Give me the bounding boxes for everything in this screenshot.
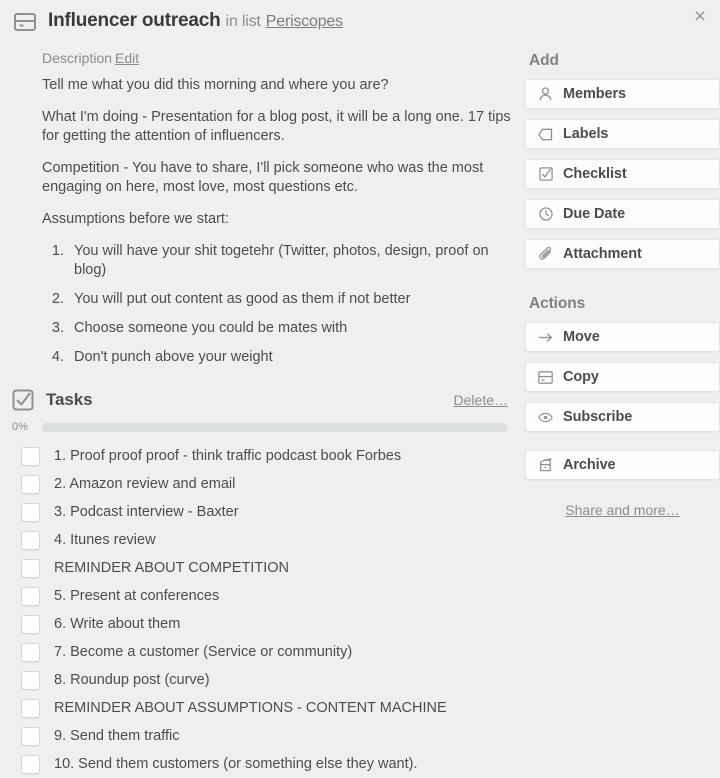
tasks-progress: 0%	[12, 421, 516, 433]
task-checkbox[interactable]	[21, 558, 40, 578]
assumptions-list: You will have your shit togetehr (Twitte…	[42, 242, 516, 367]
list-item: You will have your shit togetehr (Twitte…	[68, 242, 516, 280]
task-checkbox[interactable]	[21, 474, 40, 494]
task-row[interactable]: 9. Send them traffic	[12, 722, 516, 750]
add-due-date-button[interactable]: Due Date	[525, 199, 720, 229]
checkbox-icon	[12, 389, 34, 411]
description-paragraph: What I'm doing - Presentation for a blog…	[42, 109, 511, 144]
tasks-header: Tasks Delete…	[12, 389, 516, 411]
description-paragraph: Competition - You have to share, I'll pi…	[42, 160, 484, 195]
add-attachment-label: Attachment	[563, 246, 642, 262]
archive-label: Archive	[563, 457, 616, 473]
task-list: 1. Proof proof proof - think traffic pod…	[12, 442, 516, 778]
task-row[interactable]: 3. Podcast interview - Baxter	[12, 498, 516, 526]
subscribe-button[interactable]: Subscribe	[525, 402, 720, 432]
main-column: Description Edit Tell me what you did thi…	[0, 50, 516, 778]
add-members-button[interactable]: Members	[525, 79, 720, 109]
add-labels-button[interactable]: Labels	[525, 119, 720, 149]
task-checkbox[interactable]	[21, 502, 40, 522]
task-checkbox[interactable]	[21, 670, 40, 690]
person-icon	[538, 87, 553, 102]
task-label[interactable]: 8. Roundup post (curve)	[54, 671, 210, 689]
page-title: Influencer outreach in list Periscopes	[48, 10, 343, 33]
task-row[interactable]: 10. Send them customers (or something el…	[12, 750, 516, 778]
task-label[interactable]: REMINDER ABOUT ASSUMPTIONS - CONTENT MAC…	[54, 699, 447, 717]
description-edit-link[interactable]: Edit	[115, 50, 139, 66]
list-name-link[interactable]: Periscopes	[266, 13, 343, 30]
sidebar-add-title: Add	[529, 52, 559, 69]
archive-icon	[538, 458, 553, 473]
clock-icon	[538, 207, 553, 222]
add-members-label: Members	[563, 86, 626, 102]
description-body: Tell me what you did this morning and wh…	[42, 76, 516, 367]
add-due-date-label: Due Date	[563, 206, 626, 222]
task-label[interactable]: 4. Itunes review	[54, 531, 156, 549]
task-row[interactable]: 7. Become a customer (Service or communi…	[12, 638, 516, 666]
tag-icon	[538, 127, 553, 142]
description-paragraph: Tell me what you did this morning and wh…	[42, 77, 389, 93]
add-checklist-label: Checklist	[563, 166, 627, 182]
move-button[interactable]: Move	[525, 322, 720, 352]
copy-label: Copy	[563, 369, 599, 385]
task-row[interactable]: REMINDER ABOUT COMPETITION	[12, 554, 516, 582]
task-label[interactable]: 2. Amazon review and email	[54, 475, 235, 493]
task-checkbox[interactable]	[21, 698, 40, 718]
task-row[interactable]: 6. Write about them	[12, 610, 516, 638]
sidebar-divider	[525, 442, 720, 450]
card-title: Influencer outreach	[48, 10, 221, 31]
task-row[interactable]: 5. Present at conferences	[12, 582, 516, 610]
list-item: Choose someone you could be mates with	[68, 319, 516, 338]
add-labels-label: Labels	[563, 126, 609, 142]
progress-bar	[42, 422, 508, 432]
description-header: Description Edit	[42, 50, 516, 66]
task-checkbox[interactable]	[21, 614, 40, 634]
task-checkbox[interactable]	[21, 530, 40, 550]
share-and-more-link[interactable]: Share and more…	[525, 502, 720, 518]
task-row[interactable]: REMINDER ABOUT ASSUMPTIONS - CONTENT MAC…	[12, 694, 516, 722]
task-label[interactable]: 6. Write about them	[54, 615, 180, 633]
task-label[interactable]: 7. Become a customer (Service or communi…	[54, 643, 352, 661]
task-checkbox[interactable]	[21, 754, 40, 774]
move-label: Move	[563, 329, 600, 345]
list-item: You will put out content as good as them…	[68, 290, 516, 309]
task-row[interactable]: 2. Amazon review and email	[12, 470, 516, 498]
task-label[interactable]: 3. Podcast interview - Baxter	[54, 503, 239, 521]
paperclip-icon	[538, 247, 553, 262]
add-attachment-button[interactable]: Attachment	[525, 239, 720, 269]
task-label[interactable]: 9. Send them traffic	[54, 727, 179, 745]
close-button[interactable]: ×	[686, 2, 714, 30]
sidebar-actions-title: Actions	[529, 295, 586, 312]
task-row[interactable]: 4. Itunes review	[12, 526, 516, 554]
task-label[interactable]: 5. Present at conferences	[54, 587, 219, 605]
task-checkbox[interactable]	[21, 726, 40, 746]
task-label[interactable]: REMINDER ABOUT COMPETITION	[54, 559, 289, 577]
add-checklist-button[interactable]: Checklist	[525, 159, 720, 189]
task-label[interactable]: 10. Send them customers (or something el…	[54, 755, 417, 773]
card-header: Influencer outreach in list Periscopes	[0, 0, 720, 40]
progress-percent-label: 0%	[12, 421, 28, 433]
task-label[interactable]: 1. Proof proof proof - think traffic pod…	[54, 447, 401, 465]
eye-icon	[538, 410, 553, 425]
tasks-delete-link[interactable]: Delete…	[454, 392, 508, 408]
list-item: Don't punch above your weight	[68, 348, 516, 367]
archive-button[interactable]: Archive	[525, 450, 720, 480]
task-checkbox[interactable]	[21, 642, 40, 662]
card-body: Description Edit Tell me what you did thi…	[0, 40, 720, 778]
checkbox-icon	[538, 167, 553, 182]
card-icon	[14, 13, 36, 31]
arrow-right-icon	[538, 330, 553, 345]
in-list-label: in list	[225, 13, 261, 30]
description-paragraph: Assumptions before we start:	[42, 211, 229, 227]
tasks-title: Tasks	[46, 390, 93, 409]
description-label: Description	[42, 50, 113, 66]
task-row[interactable]: 1. Proof proof proof - think traffic pod…	[12, 442, 516, 470]
task-checkbox[interactable]	[21, 446, 40, 466]
card-icon	[538, 370, 553, 385]
task-checkbox[interactable]	[21, 586, 40, 606]
copy-button[interactable]: Copy	[525, 362, 720, 392]
sidebar: Add Members Labels Checklist Due Date At…	[516, 50, 720, 518]
subscribe-label: Subscribe	[563, 409, 633, 425]
task-row[interactable]: 8. Roundup post (curve)	[12, 666, 516, 694]
